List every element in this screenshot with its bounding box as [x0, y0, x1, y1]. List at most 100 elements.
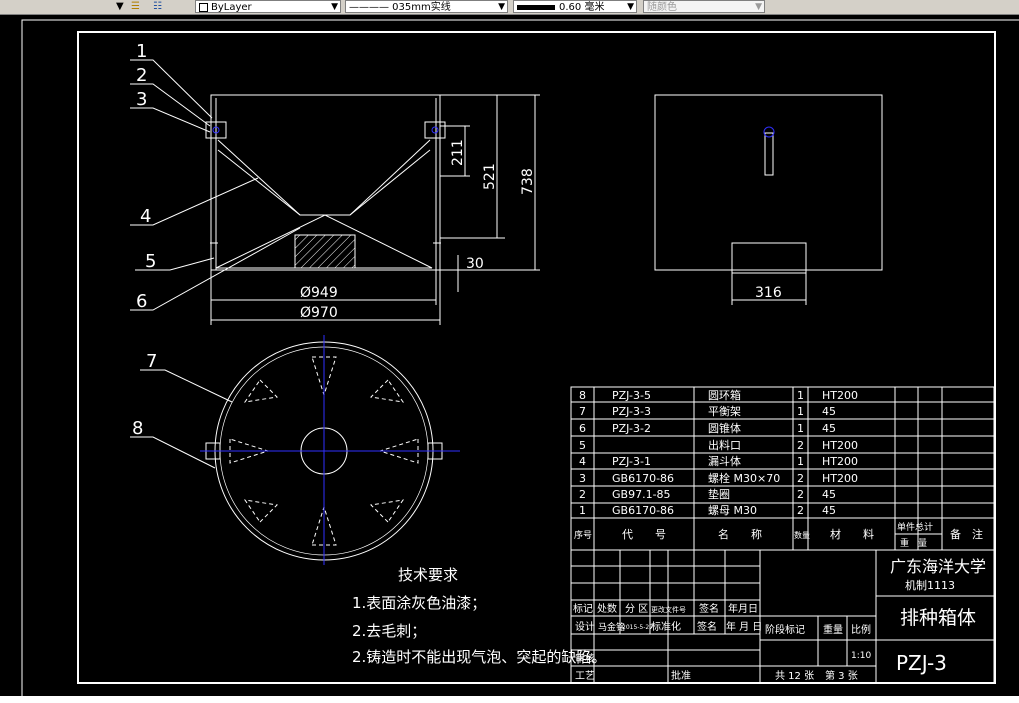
- drawing-text: 出料口: [708, 438, 741, 452]
- drawing-text: 平衡架: [708, 405, 741, 418]
- drawing-geometry: [349, 149, 431, 216]
- drawing-geometry: [243, 379, 279, 403]
- drawing-text: PZJ-3-3: [612, 405, 651, 418]
- drawing-text: 2: [579, 488, 586, 501]
- drawing-text: 2: [797, 504, 804, 517]
- lineweight-value: 0.60 毫米: [559, 2, 605, 13]
- drawing-text: 阶段标记: [765, 623, 805, 636]
- drawing-text: 1: [797, 455, 804, 468]
- chevron-down-icon: ▼: [498, 2, 505, 12]
- drawing-text: 2: [797, 488, 804, 501]
- layer-value: ByLayer: [211, 2, 252, 13]
- lineweight-swatch-icon: [517, 4, 555, 10]
- layer-previous-icon[interactable]: ☷: [153, 0, 169, 13]
- drawing-text: 5: [579, 439, 586, 452]
- balloon-4: 4: [140, 206, 151, 227]
- balloon-7: 7: [146, 351, 157, 372]
- balloon-5: 5: [145, 251, 156, 272]
- drawing-text: 批准: [671, 669, 691, 682]
- drawing-geometry: 7 8: [132, 351, 157, 439]
- header-weight: 重 量: [900, 537, 927, 549]
- tech-item-2: 2.去毛刺；: [352, 622, 426, 640]
- layer-states-icon[interactable]: ☰: [131, 0, 147, 13]
- drawing-text: 2: [797, 472, 804, 485]
- dim-316: 316: [755, 285, 782, 301]
- drawing-geometry: [764, 132, 774, 176]
- side-view: [654, 94, 883, 305]
- balloon-6: 6: [136, 291, 147, 312]
- drawing-text: 更改文件号: [651, 605, 686, 614]
- drawing-text: 垫圈: [708, 487, 730, 501]
- drawing-text: HT200: [822, 389, 858, 402]
- drawing-text: 签名: [697, 620, 717, 633]
- drawing-text: 设计: [575, 620, 595, 633]
- chevron-down-icon: ▼: [331, 2, 338, 12]
- drawing-geometry: [243, 499, 279, 523]
- tech-item-3: 2.铸造时不能出现气泡、突起的缺陷。: [352, 648, 606, 666]
- header-no: 序号: [574, 529, 592, 541]
- drawing-text: HT200: [822, 439, 858, 452]
- drawing-geometry: [431, 126, 439, 134]
- school-name: 广东海洋大学: [890, 557, 986, 576]
- dim-30: 30: [466, 256, 484, 272]
- dim-211: 211: [450, 139, 466, 166]
- drawing-geometry: [763, 126, 775, 138]
- properties-toolbar: ▼ ☰ ☷ ByLayer ▼ ———— 035mm实线 ▼ 0.60 毫米 ▼ 随颜…: [0, 0, 1019, 15]
- header-unit-total: 单件总计: [897, 521, 933, 533]
- header-name: 名 称: [718, 527, 762, 541]
- drawing-text: 标准化: [651, 620, 681, 633]
- drawing-text: 审核: [575, 652, 595, 665]
- command-line-area[interactable]: [0, 696, 1019, 703]
- drawing-text: 1: [797, 405, 804, 418]
- bolt-right: [424, 121, 446, 139]
- drawing-text: PZJ-3-1: [612, 455, 651, 468]
- dim-738: 738: [520, 168, 536, 195]
- drawing-geometry: [369, 499, 405, 523]
- drawing-text: 圆环箱: [708, 388, 741, 402]
- drawing-text: 2015-5-27: [622, 624, 653, 631]
- linetype-control-combo[interactable]: ———— 035mm实线 ▼: [345, 0, 508, 13]
- drawing-text: 标记: [573, 603, 593, 615]
- technical-requirements: 技术要求 1.表面涂灰色油漆； 2.去毛刺； 2.铸造时不能出现气泡、突起的缺陷…: [352, 566, 606, 666]
- leader-7: [140, 369, 233, 403]
- plot-style-value: 随颜色: [647, 2, 677, 13]
- centerlines: [200, 335, 460, 565]
- drawing-geometry: [369, 379, 405, 403]
- drawing-name: 排种箱体: [900, 607, 976, 629]
- drawing-text: 螺母 M30: [708, 504, 757, 517]
- drawing-text: GB6170-86: [612, 504, 674, 517]
- drawing-text: 签名: [699, 602, 719, 615]
- title-block-text: 标记 处数 分 区 更改文件号 签名 年月日 设计 马金铭 2015-5-27 …: [573, 557, 986, 682]
- drawing-text: PZJ-3-2: [612, 422, 651, 435]
- drawing-text: 3: [579, 472, 586, 485]
- drawing-text: 45: [822, 504, 836, 517]
- drawing-text: GB97.1-85: [612, 488, 671, 501]
- drawing-text: 7: [579, 405, 586, 418]
- dropdown-arrow-icon[interactable]: ▼: [116, 0, 126, 13]
- drawing-text: 1: [797, 389, 804, 402]
- front-balloons: 1 2 3 4 5 6: [136, 41, 156, 312]
- balloon-3: 3: [136, 89, 147, 110]
- drawing-text: 马金铭: [598, 621, 625, 633]
- class-name: 机制1113: [905, 578, 955, 592]
- color-control-combo[interactable]: ByLayer ▼: [195, 0, 341, 13]
- drawing-canvas[interactable]: 1 2 3 4 5 6 Ø949 Ø970 30 211 521 738 316: [0, 15, 1019, 696]
- linetype-value: ———— 035mm实线: [349, 2, 451, 13]
- drawing-geometry: [731, 242, 807, 274]
- leader-8: [130, 436, 216, 469]
- lineweight-control-combo[interactable]: 0.60 毫米 ▼: [513, 0, 637, 13]
- drawing-text: 45: [822, 488, 836, 501]
- drawing-text: 1:10: [851, 651, 871, 661]
- drawing-text: 8: [579, 389, 586, 402]
- front-dimensions: Ø949 Ø970 30 211 521 738: [300, 139, 536, 321]
- plot-style-control-combo[interactable]: 随颜色 ▼: [643, 0, 765, 13]
- tech-item-1: 1.表面涂灰色油漆；: [352, 594, 486, 612]
- drawing-text: 年月日: [728, 602, 758, 615]
- balloon-1: 1: [136, 41, 147, 62]
- leader-3: [130, 107, 211, 133]
- drawing-text: HT200: [822, 472, 858, 485]
- drawing-text: 处数: [597, 602, 617, 615]
- balloon-8: 8: [132, 418, 143, 439]
- header-qty: 数量: [794, 530, 810, 540]
- header-remark: 备 注: [950, 527, 983, 541]
